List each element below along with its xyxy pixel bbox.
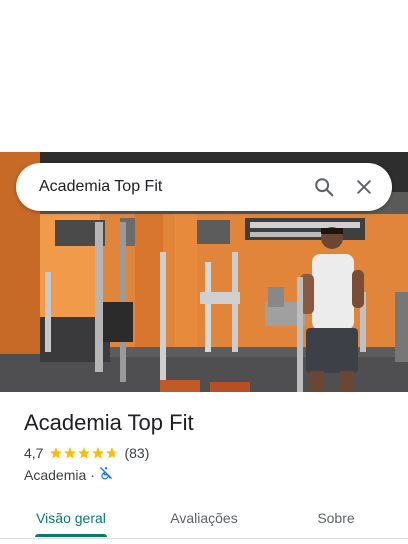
rating-stars (49, 446, 119, 460)
not-wheelchair-accessible-icon[interactable] (99, 466, 113, 483)
search-bar[interactable]: Academia Top Fit (16, 163, 392, 211)
rating-value: 4,7 (24, 445, 44, 461)
map-blank-area (0, 0, 408, 152)
place-tabs: Visão geral Avaliações Sobre (0, 498, 408, 538)
star-half-icon (106, 447, 119, 459)
search-icon[interactable] (304, 167, 344, 207)
star-icon (92, 447, 105, 459)
tabs-divider (0, 538, 408, 539)
place-category: Academia (24, 466, 87, 483)
search-input[interactable]: Academia Top Fit (16, 178, 304, 196)
close-icon[interactable] (344, 167, 384, 207)
review-count[interactable]: (83) (124, 445, 149, 461)
tab-overview[interactable]: Visão geral (35, 498, 107, 538)
tab-about[interactable]: Sobre (310, 498, 362, 538)
category-row: Academia · (24, 466, 113, 483)
tab-reviews[interactable]: Avaliações (164, 498, 244, 538)
place-title: Academia Top Fit (24, 410, 194, 435)
star-icon (64, 447, 77, 459)
separator-dot: · (90, 466, 95, 483)
active-tab-indicator (35, 534, 107, 537)
place-info-panel: Academia Top Fit 4,7 (83) Academia · Vis… (0, 392, 408, 544)
star-icon (50, 447, 63, 459)
star-icon (78, 447, 91, 459)
rating-row[interactable]: 4,7 (83) (24, 445, 149, 461)
